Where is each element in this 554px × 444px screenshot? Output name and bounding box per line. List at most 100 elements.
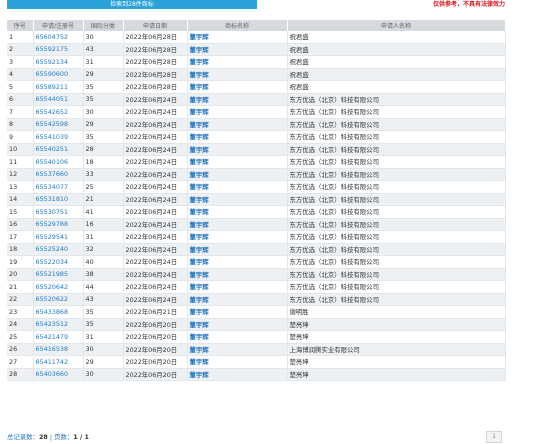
registration-number-link[interactable]: 65534077 [33, 180, 84, 194]
table-row[interactable]: 6 65544051 35 2022年06月24日 董宇辉 东方优选（北京）科技有限公司 [7, 93, 506, 106]
column-header-no[interactable]: 序号 [7, 20, 34, 31]
registration-number-link[interactable]: 65604752 [33, 31, 84, 44]
table-row[interactable]: 5 65589211 35 2022年06月28日 董宇辉 祝君盛 [7, 80, 506, 94]
registration-number-link[interactable]: 65522034 [33, 255, 84, 269]
trademark-name-link[interactable]: 董宇辉 [187, 105, 288, 119]
registration-number-link[interactable]: 65530751 [33, 205, 84, 219]
column-header-reg-number[interactable]: 申请/注册号 [33, 20, 84, 31]
total-records-value: 28 [38, 433, 48, 441]
registration-number-link[interactable]: 65403660 [33, 368, 84, 381]
trademark-name-link[interactable]: 董宇辉 [187, 180, 288, 194]
table-row[interactable]: 18 65525240 32 2022年06月24日 董宇辉 东方优选（北京）科技有限公司 [7, 243, 506, 256]
trademark-name-link[interactable]: 董宇辉 [187, 155, 288, 169]
table-row[interactable]: 25 65421479 31 2022年06月20日 董宇辉 楚亮坤 [7, 330, 506, 344]
table-row[interactable]: 13 65534077 25 2022年06月24日 董宇辉 东方优选（北京）科技有限公司 [7, 180, 506, 194]
table-row[interactable]: 17 65529541 31 2022年06月24日 董宇辉 东方优选（北京）科技有限公司 [7, 230, 506, 244]
trademark-name-link[interactable]: 董宇辉 [187, 130, 288, 144]
table-row[interactable]: 4 65590600 29 2022年06月28日 董宇辉 祝君盛 [7, 68, 506, 81]
page-1-button[interactable]: 1 [486, 431, 502, 443]
table-row[interactable]: 22 65520622 43 2022年06月24日 董宇辉 东方优选（北京）科技有限公司 [7, 293, 506, 306]
international-class: 33 [83, 168, 124, 181]
table-row[interactable]: 2 65592175 43 2022年06月28日 董宇辉 祝君盛 [7, 43, 506, 56]
table-row[interactable]: 21 65520642 44 2022年06月24日 董宇辉 东方优选（北京）科技有限公司 [7, 280, 506, 294]
registration-number-link[interactable]: 65542598 [33, 118, 84, 131]
table-row[interactable]: 3 65592134 31 2022年06月28日 董宇辉 祝君盛 [7, 55, 506, 69]
trademark-name-link[interactable]: 董宇辉 [187, 193, 288, 206]
row-number: 5 [7, 80, 34, 94]
table-row[interactable]: 20 65521985 38 2022年06月24日 董宇辉 东方优选（北京）科技有限公司 [7, 268, 506, 281]
trademark-name-link[interactable]: 董宇辉 [187, 330, 288, 344]
table-row[interactable]: 11 65540106 18 2022年06月24日 董宇辉 东方优选（北京）科技有限公司 [7, 155, 506, 169]
registration-number-link[interactable]: 65537660 [33, 168, 84, 181]
table-row[interactable]: 28 65403660 30 2022年06月20日 董宇辉 楚亮坤 [7, 368, 506, 381]
registration-number-link[interactable]: 65423512 [33, 318, 84, 331]
trademark-name-link[interactable]: 董宇辉 [187, 343, 288, 356]
registration-number-link[interactable]: 65433868 [33, 305, 84, 319]
trademark-name-link[interactable]: 董宇辉 [187, 43, 288, 56]
table-row[interactable]: 16 65529788 16 2022年06月24日 董宇辉 东方优选（北京）科技有限公司 [7, 218, 506, 231]
registration-number-link[interactable]: 65541039 [33, 130, 84, 144]
trademark-name-link[interactable]: 董宇辉 [187, 80, 288, 94]
applicant-name: 东方优选（北京）科技有限公司 [287, 168, 506, 181]
registration-number-link[interactable]: 65520622 [33, 293, 84, 306]
trademark-name-link[interactable]: 董宇辉 [187, 93, 288, 106]
table-row[interactable]: 1 65604752 30 2022年06月28日 董宇辉 祝君盛 [7, 31, 506, 44]
registration-number-link[interactable]: 65589211 [33, 80, 84, 94]
trademark-name-link[interactable]: 董宇辉 [187, 318, 288, 331]
registration-number-link[interactable]: 65542652 [33, 105, 84, 119]
international-class: 43 [83, 43, 124, 56]
registration-number-link[interactable]: 65544051 [33, 93, 84, 106]
registration-number-link[interactable]: 65411742 [33, 355, 84, 369]
trademark-name-link[interactable]: 董宇辉 [187, 268, 288, 281]
registration-number-link[interactable]: 65421479 [33, 330, 84, 344]
trademark-name-link[interactable]: 董宇辉 [187, 55, 288, 69]
registration-number-link[interactable]: 65540106 [33, 155, 84, 169]
international-class: 31 [83, 230, 124, 244]
trademark-name-link[interactable]: 董宇辉 [187, 255, 288, 269]
trademark-name-link[interactable]: 董宇辉 [187, 368, 288, 381]
registration-number-link[interactable]: 65525240 [33, 243, 84, 256]
table-row[interactable]: 7 65542652 30 2022年06月24日 董宇辉 东方优选（北京）科技有限公司 [7, 105, 506, 119]
trademark-name-link[interactable]: 董宇辉 [187, 68, 288, 81]
table-row[interactable]: 23 65433868 35 2022年06月21日 董宇辉 谢明胜 [7, 305, 506, 319]
registration-number-link[interactable]: 65540251 [33, 143, 84, 156]
registration-number-link[interactable]: 65521985 [33, 268, 84, 281]
table-row[interactable]: 27 65411742 29 2022年06月20日 董宇辉 楚亮坤 [7, 355, 506, 369]
application-date: 2022年06月24日 [123, 143, 188, 156]
registration-number-link[interactable]: 65520642 [33, 280, 84, 294]
trademark-name-link[interactable]: 董宇辉 [187, 280, 288, 294]
table-row[interactable]: 26 65416538 30 2022年06月20日 董宇辉 上海博润腾实业有限公司 [7, 343, 506, 356]
trademark-name-link[interactable]: 董宇辉 [187, 230, 288, 244]
table-row[interactable]: 14 65531810 21 2022年06月24日 董宇辉 东方优选（北京）科技有限公司 [7, 193, 506, 206]
registration-number-link[interactable]: 65416538 [33, 343, 84, 356]
registration-number-link[interactable]: 65592134 [33, 55, 84, 69]
trademark-name-link[interactable]: 董宇辉 [187, 355, 288, 369]
trademark-name-link[interactable]: 董宇辉 [187, 305, 288, 319]
table-row[interactable]: 9 65541039 35 2022年06月24日 董宇辉 东方优选（北京）科技有限公司 [7, 130, 506, 144]
registration-number-link[interactable]: 65592175 [33, 43, 84, 56]
column-header-date[interactable]: 申请日期 [123, 20, 188, 31]
table-row[interactable]: 15 65530751 41 2022年06月24日 董宇辉 东方优选（北京）科技有限公司 [7, 205, 506, 219]
trademark-name-link[interactable]: 董宇辉 [187, 31, 288, 44]
registration-number-link[interactable]: 65529541 [33, 230, 84, 244]
registration-number-link[interactable]: 65531810 [33, 193, 84, 206]
trademark-name-link[interactable]: 董宇辉 [187, 118, 288, 131]
trademark-name-link[interactable]: 董宇辉 [187, 143, 288, 156]
page-count-label: 页数： [54, 433, 74, 441]
table-row[interactable]: 10 65540251 28 2022年06月24日 董宇辉 东方优选（北京）科技有限公司 [7, 143, 506, 156]
trademark-name-link[interactable]: 董宇辉 [187, 168, 288, 181]
trademark-name-link[interactable]: 董宇辉 [187, 205, 288, 219]
pagination-summary: 总记录数：28 | 页数：1 / 1 [7, 432, 89, 441]
trademark-name-link[interactable]: 董宇辉 [187, 243, 288, 256]
table-row[interactable]: 24 65423512 35 2022年06月20日 董宇辉 楚亮坤 [7, 318, 506, 331]
column-header-mark-name[interactable]: 商标名称 [187, 20, 288, 31]
trademark-name-link[interactable]: 董宇辉 [187, 218, 288, 231]
table-row[interactable]: 12 65537660 33 2022年06月24日 董宇辉 东方优选（北京）科技有限公司 [7, 168, 506, 181]
table-row[interactable]: 8 65542598 29 2022年06月24日 董宇辉 东方优选（北京）科技有限公司 [7, 118, 506, 131]
registration-number-link[interactable]: 65590600 [33, 68, 84, 81]
column-header-applicant[interactable]: 申请人名称 [287, 20, 506, 31]
column-header-class[interactable]: 国际分类 [83, 20, 124, 31]
registration-number-link[interactable]: 65529788 [33, 218, 84, 231]
trademark-name-link[interactable]: 董宇辉 [187, 293, 288, 306]
table-row[interactable]: 19 65522034 40 2022年06月24日 董宇辉 东方优选（北京）科技有限公司 [7, 255, 506, 269]
